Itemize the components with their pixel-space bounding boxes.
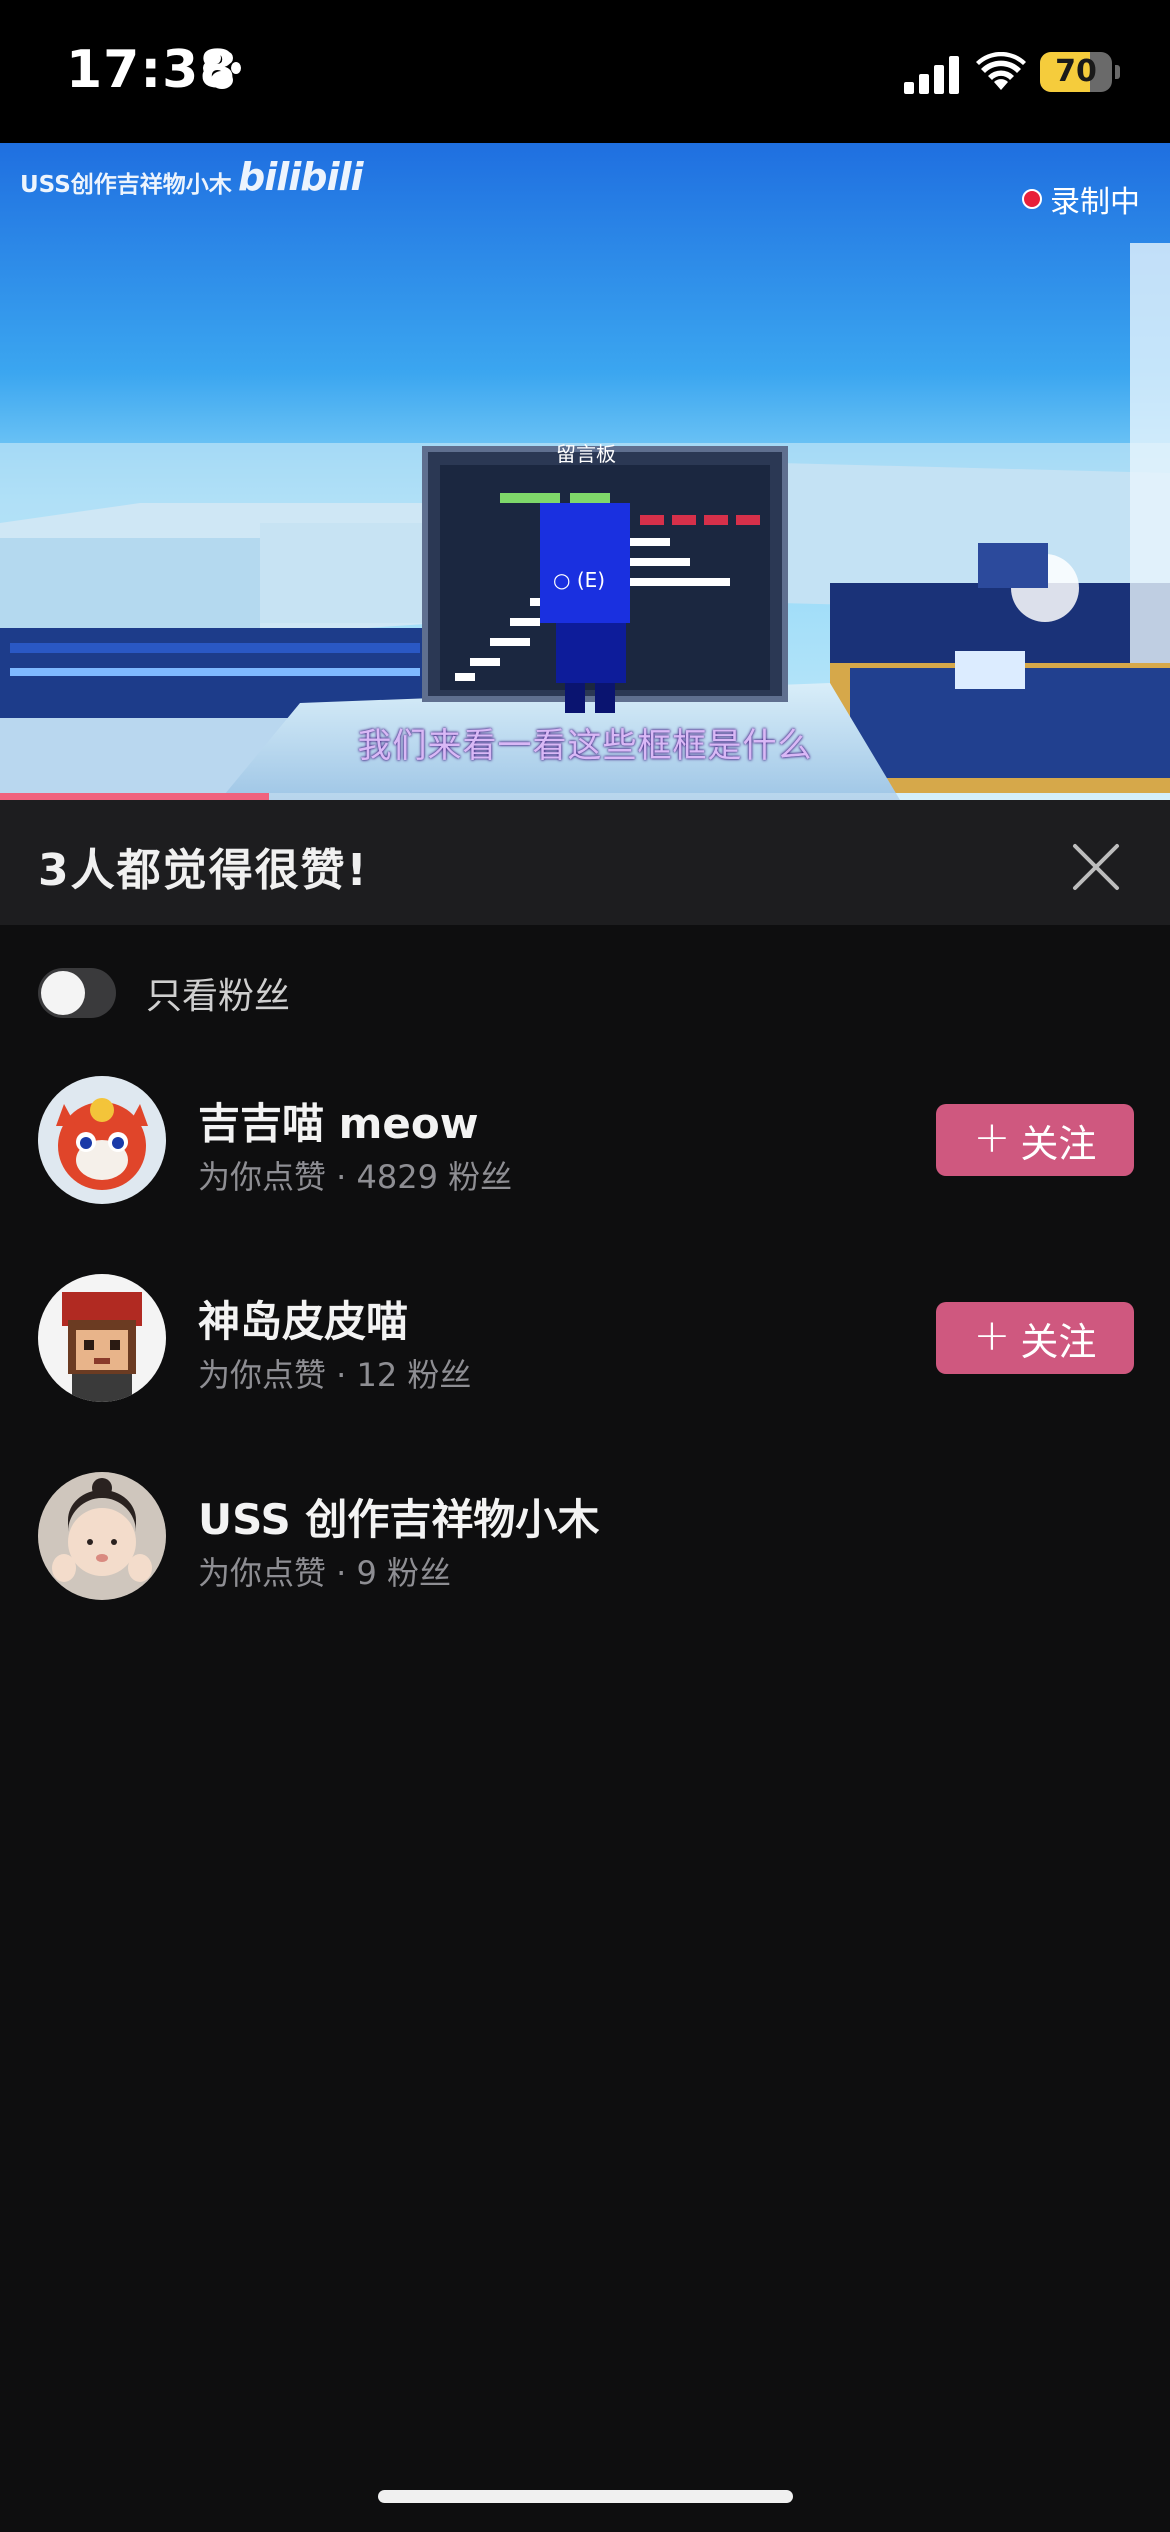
video-progress-bar[interactable]	[0, 793, 1170, 800]
user-name[interactable]: 神岛皮皮喵	[198, 1288, 408, 1349]
record-dot-icon	[1022, 189, 1042, 209]
likes-sheet-title: 3人都觉得很赞!	[38, 845, 369, 896]
paw-icon	[203, 52, 241, 89]
screen: 17:38 70 USS创作吉祥物小木 bilibili 录制中 留言板 ○ (…	[0, 0, 1170, 2532]
video-frame	[0, 143, 1170, 800]
follow-button[interactable]: + 关注	[936, 1302, 1134, 1374]
user-name[interactable]: USS 创作吉祥物小木	[198, 1486, 599, 1547]
bilibili-logo: bilibili	[238, 155, 364, 199]
video-progress-fill	[0, 793, 270, 800]
follow-label: 关注	[1020, 1319, 1097, 1364]
fans-only-filter: 只看粉丝	[38, 963, 290, 1023]
interact-hint: ○ (E)	[553, 568, 606, 592]
list-item[interactable]: USS 创作吉祥物小木 为你点赞 · 9 粉丝	[0, 1472, 1170, 1602]
battery-indicator: 70	[1040, 52, 1120, 92]
list-item[interactable]: 神岛皮皮喵 为你点赞 · 12 粉丝 + 关注	[0, 1274, 1170, 1404]
board-title: 留言板	[556, 442, 616, 466]
list-item[interactable]: 吉吉喵 meow 为你点赞 · 4829 粉丝 + 关注	[0, 1076, 1170, 1206]
fans-only-toggle[interactable]	[38, 968, 116, 1018]
plus-icon: +	[973, 1112, 1011, 1163]
battery-percent: 70	[1055, 54, 1097, 89]
uploader-watermark: USS创作吉祥物小木	[20, 172, 232, 198]
follow-label: 关注	[1020, 1121, 1097, 1166]
avatar[interactable]	[38, 1076, 166, 1204]
user-subtitle: 为你点赞 · 4829 粉丝	[198, 1158, 513, 1196]
recording-label: 录制中	[1050, 185, 1140, 220]
user-subtitle: 为你点赞 · 12 粉丝	[198, 1356, 472, 1394]
recording-indicator: 录制中	[1022, 177, 1140, 221]
video-subtitle: 我们来看一看这些框框是什么	[357, 726, 813, 766]
user-name[interactable]: 吉吉喵 meow	[198, 1090, 479, 1151]
status-bar: 17:38 70	[0, 0, 1170, 143]
avatar[interactable]	[38, 1472, 166, 1600]
close-icon[interactable]	[1065, 836, 1127, 898]
video-player[interactable]: USS创作吉祥物小木 bilibili 录制中 留言板 ○ (E) 我们来看一看…	[0, 143, 1170, 800]
avatar[interactable]	[38, 1274, 166, 1402]
cellular-signal-icon	[904, 56, 959, 94]
plus-icon: +	[973, 1310, 1011, 1361]
home-indicator[interactable]	[378, 2490, 793, 2503]
follow-button[interactable]: + 关注	[936, 1104, 1134, 1176]
user-subtitle: 为你点赞 · 9 粉丝	[198, 1554, 452, 1592]
likes-sheet-header: 3人都觉得很赞!	[0, 800, 1170, 925]
fans-only-label: 只看粉丝	[146, 976, 291, 1017]
toggle-knob	[41, 971, 85, 1015]
wifi-icon	[976, 52, 1026, 90]
